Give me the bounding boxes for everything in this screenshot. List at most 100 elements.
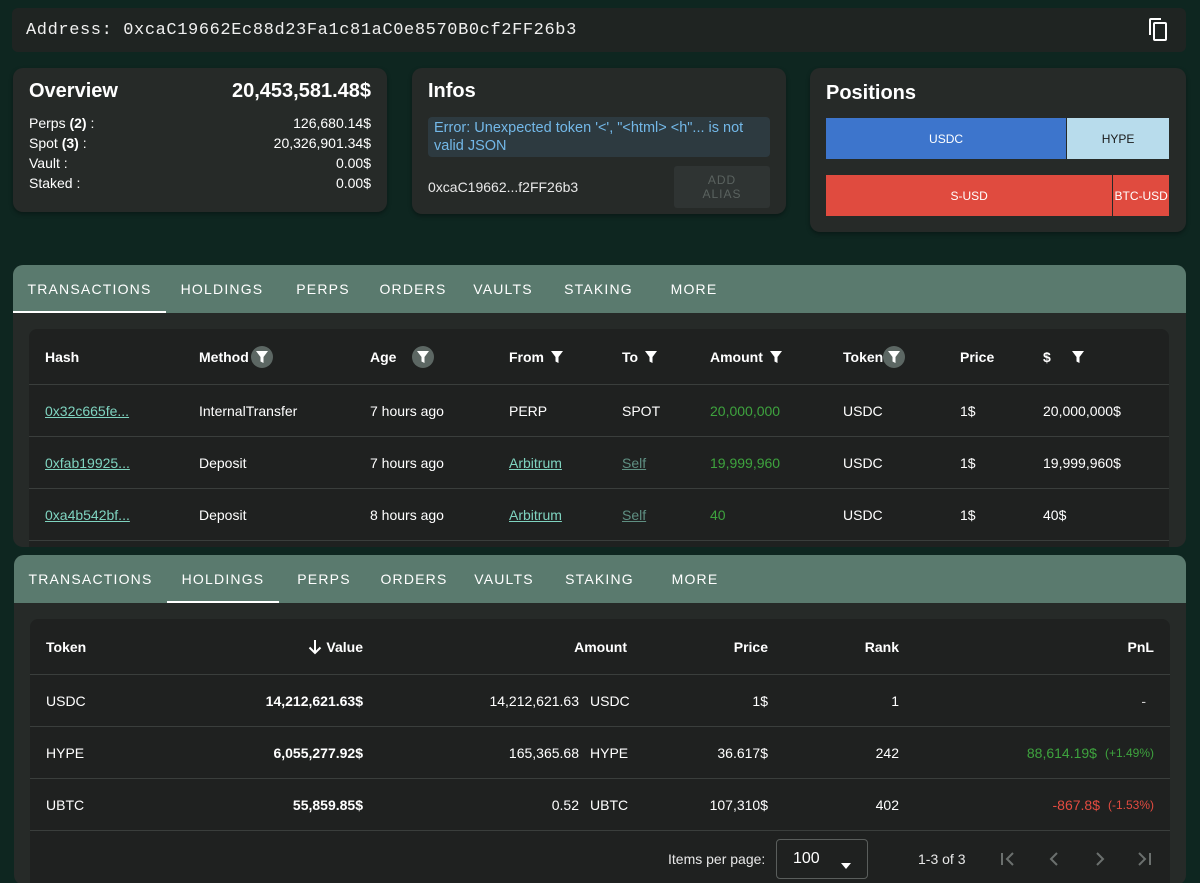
holding-price: 1$ bbox=[752, 692, 768, 709]
spot-positions-bar: USDC HYPE bbox=[826, 118, 1169, 159]
header-pnl: PnL bbox=[930, 619, 1154, 674]
prev-page-icon[interactable] bbox=[1042, 847, 1066, 871]
spot-segment-hype[interactable]: HYPE bbox=[1066, 118, 1169, 159]
holding-value: 55,859.85$ bbox=[292, 796, 363, 813]
header-price: Price bbox=[960, 329, 994, 384]
tab-transactions[interactable]: TRANSACTIONS bbox=[14, 555, 167, 603]
overview-row-perps: Perps (2) : 126,680.14$ bbox=[29, 113, 371, 133]
holding-price: 36.617$ bbox=[717, 744, 768, 761]
tab-vaults[interactable]: VAULTS bbox=[459, 555, 549, 603]
copy-icon[interactable] bbox=[1146, 17, 1170, 43]
tab-orders[interactable]: ORDERS bbox=[368, 265, 458, 313]
tx-to: SPOT bbox=[622, 402, 661, 419]
header-label: PnL bbox=[1127, 638, 1154, 655]
items-per-page-value: 100 bbox=[793, 850, 820, 867]
spot-segment-usdc[interactable]: USDC bbox=[826, 118, 1067, 159]
header-value[interactable]: Value bbox=[230, 619, 363, 674]
overview-rows: Perps (2) : 126,680.14$ Spot (3) : 20,32… bbox=[29, 113, 371, 193]
tx-usd: 40$ bbox=[1043, 506, 1067, 523]
filter-icon[interactable] bbox=[546, 346, 568, 368]
tx-amount: 40 bbox=[710, 506, 726, 523]
holding-token: HYPE bbox=[46, 744, 85, 761]
tx-amount: 19,999,960 bbox=[710, 454, 781, 471]
tx-method: InternalTransfer bbox=[199, 402, 298, 419]
holdings-table: Token Value Amount Price Rank PnL USDC 1… bbox=[30, 619, 1170, 883]
holding-rank: 402 bbox=[875, 796, 899, 813]
tab-vaults[interactable]: VAULTS bbox=[458, 265, 548, 313]
holding-price: 107,310$ bbox=[709, 796, 768, 813]
tab-orders[interactable]: ORDERS bbox=[369, 555, 459, 603]
tx-from-link[interactable]: Arbitrum bbox=[509, 507, 562, 523]
filter-icon[interactable] bbox=[250, 345, 273, 368]
tab-transactions[interactable]: TRANSACTIONS bbox=[13, 265, 166, 313]
holding-value: 14,212,621.63$ bbox=[265, 692, 363, 709]
header-label: Rank bbox=[864, 638, 899, 655]
overview-value: 126,680.14$ bbox=[293, 115, 371, 131]
tx-hash-link[interactable]: 0xfab19925... bbox=[45, 455, 130, 471]
first-page-icon[interactable] bbox=[996, 847, 1020, 871]
holding-pnl: -867.8$ bbox=[1052, 796, 1100, 813]
filter-icon[interactable] bbox=[1067, 346, 1089, 368]
tx-from-link[interactable]: Arbitrum bbox=[509, 455, 562, 471]
tx-to-link[interactable]: Self bbox=[622, 455, 646, 471]
holding-amount: 0.52 bbox=[551, 796, 579, 813]
tab-more[interactable]: MORE bbox=[650, 555, 740, 603]
tab-staking[interactable]: STAKING bbox=[549, 555, 650, 603]
table-row: 0xa4b542bf... Deposit 8 hours ago Arbitr… bbox=[29, 489, 1169, 541]
tx-method: Deposit bbox=[199, 506, 247, 523]
tx-from: PERP bbox=[509, 402, 548, 419]
overview-label: Perps bbox=[29, 115, 70, 131]
header-price: Price bbox=[660, 619, 768, 674]
tab-perps[interactable]: PERPS bbox=[279, 555, 369, 603]
last-page-icon[interactable] bbox=[1132, 847, 1156, 871]
header-amount: Amount bbox=[710, 329, 787, 384]
header-method: Method bbox=[199, 329, 273, 384]
tab-holdings[interactable]: HOLDINGS bbox=[167, 555, 279, 603]
header-label: Price bbox=[960, 348, 995, 365]
table-row: HYPE 6,055,277.92$ 165,365.68 HYPE 36.61… bbox=[30, 727, 1170, 779]
header-label: Value bbox=[326, 638, 363, 655]
holding-rank: 242 bbox=[875, 744, 899, 761]
overview-total: 20,453,581.48$ bbox=[231, 80, 371, 102]
filter-icon[interactable] bbox=[640, 346, 662, 368]
tx-token: USDC bbox=[843, 402, 883, 419]
tab-perps[interactable]: PERPS bbox=[278, 265, 368, 313]
holding-rank: 1 bbox=[891, 692, 899, 709]
header-usd: $ bbox=[1043, 329, 1089, 384]
filter-icon[interactable] bbox=[412, 345, 435, 368]
table-row: 0xfab19925... Deposit 7 hours ago Arbitr… bbox=[29, 437, 1169, 489]
items-per-page-label: Items per page: bbox=[668, 851, 766, 867]
header-label: Method bbox=[199, 348, 249, 365]
tab-more[interactable]: MORE bbox=[649, 265, 739, 313]
pagination: Items per page: 100 1-3 of 3 bbox=[30, 835, 1170, 883]
tab-holdings[interactable]: HOLDINGS bbox=[166, 265, 278, 313]
holding-pnl: 88,614.19$ bbox=[1026, 744, 1097, 761]
tx-method: Deposit bbox=[199, 454, 247, 471]
tab-staking[interactable]: STAKING bbox=[548, 265, 649, 313]
header-label: To bbox=[622, 348, 639, 365]
header-label: Amount bbox=[574, 638, 627, 655]
header-from: From bbox=[509, 329, 568, 384]
add-alias-button[interactable]: ADD ALIAS bbox=[674, 166, 770, 208]
tx-hash-link[interactable]: 0xa4b542bf... bbox=[45, 507, 130, 523]
header-label: Token bbox=[46, 638, 87, 655]
filter-icon[interactable] bbox=[765, 346, 787, 368]
tx-price: 1$ bbox=[960, 454, 976, 471]
positions-card: Positions USDC HYPE S-USD BTC-USD bbox=[810, 68, 1186, 232]
address-bar: Address: 0xcaC19662Ec88d23Fa1c81aC0e8570… bbox=[12, 8, 1186, 52]
items-per-page-select[interactable]: 100 bbox=[776, 839, 868, 879]
perp-segment-btc-usd[interactable]: BTC-USD bbox=[1112, 175, 1169, 216]
holding-amount-token: HYPE bbox=[590, 744, 629, 761]
holding-amount-token: USDC bbox=[590, 692, 630, 709]
header-label: Price bbox=[733, 638, 768, 655]
overview-value: 0.00$ bbox=[335, 175, 371, 191]
filter-icon[interactable] bbox=[883, 345, 906, 368]
overview-label: Spot bbox=[29, 135, 62, 151]
next-page-icon[interactable] bbox=[1088, 847, 1112, 871]
infos-title: Infos bbox=[428, 80, 476, 102]
tx-to-link[interactable]: Self bbox=[622, 507, 646, 523]
perp-segment-s-usd[interactable]: S-USD bbox=[826, 175, 1113, 216]
tx-hash-link[interactable]: 0x32c665fe... bbox=[45, 403, 129, 419]
holding-token: USDC bbox=[46, 692, 86, 709]
header-age: Age bbox=[370, 329, 435, 384]
